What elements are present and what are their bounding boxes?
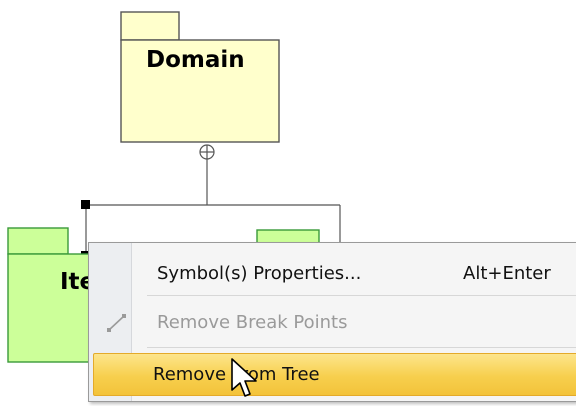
- menu-item-symbol-properties[interactable]: Symbol(s) Properties... Alt+Enter: [93, 252, 576, 294]
- menu-item-label: Remove Break Points: [157, 311, 348, 333]
- menu-separator: [147, 347, 576, 348]
- items-package[interactable]: [7, 227, 99, 363]
- menu-item-shortcut: Alt+Enter: [463, 262, 551, 284]
- menu-item-label: Symbol(s) Properties...: [157, 262, 362, 284]
- domain-package-label: Domain: [146, 47, 245, 73]
- domain-package[interactable]: [120, 11, 280, 143]
- menu-separator: [147, 295, 576, 296]
- context-menu: Symbol(s) Properties... Alt+Enter Remove…: [88, 242, 576, 402]
- menu-item-remove-break-points[interactable]: Remove Break Points: [93, 301, 576, 343]
- break-point-line-icon: [107, 313, 127, 338]
- mouse-pointer-icon: [230, 358, 260, 406]
- selection-handle[interactable]: [81, 200, 90, 209]
- menu-item-remove-from-tree[interactable]: Remove From Tree: [93, 353, 576, 396]
